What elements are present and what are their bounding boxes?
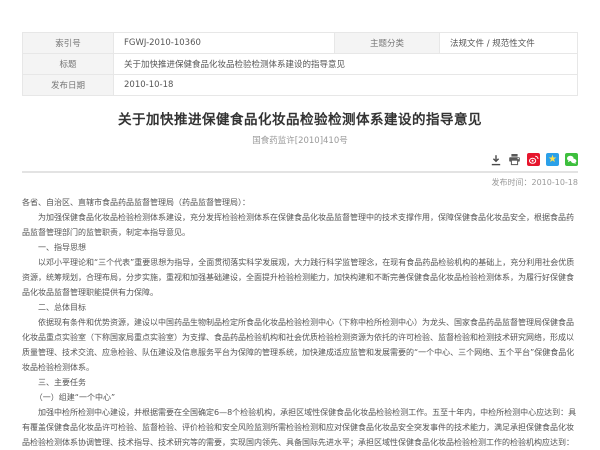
share-wechat-icon[interactable]	[565, 153, 578, 166]
meta-value-title: 关于加快推进保健食品化妆品检验检测体系建设的指导意见	[114, 54, 578, 75]
document-meta-table: 索引号 FGWJ-2010-10360 主题分类 法规文件 / 规范性文件 标题…	[22, 32, 578, 96]
paragraph: 以邓小平理论和“三个代表”重要思想为指导，全面贯彻落实科学发展观，大力践行科学监…	[22, 255, 578, 300]
paragraph: 依据现有条件和优势资源，建设以中国药品生物制品检定所食品化妆品检验检测中心（下称…	[22, 315, 578, 375]
meta-label-category: 主题分类	[335, 33, 440, 54]
table-row: 标题 关于加快推进保健食品化妆品检验检测体系建设的指导意见	[23, 54, 578, 75]
article-toolbar: ★	[22, 153, 578, 173]
paragraph: 加强中检所检测中心建设，并根据需要在全国确定6—8个检验机构，承担区域性保健食品…	[22, 405, 578, 450]
meta-label-title: 标题	[23, 54, 114, 75]
document-page: 索引号 FGWJ-2010-10360 主题分类 法规文件 / 规范性文件 标题…	[0, 0, 600, 450]
meta-label-date: 发布日期	[23, 75, 114, 96]
table-row: 索引号 FGWJ-2010-10360 主题分类 法规文件 / 规范性文件	[23, 33, 578, 54]
table-row: 发布日期 2010-10-18	[23, 75, 578, 96]
share-weibo-icon[interactable]	[527, 153, 540, 166]
subsection-heading: （一）组建“一个中心”	[22, 390, 578, 405]
article-body: 各省、自治区、直辖市食品药品监督管理局（药品监督管理局）： 为加强保健食品化妆品…	[22, 195, 578, 450]
meta-value-date: 2010-10-18	[114, 75, 578, 96]
share-qzone-icon[interactable]: ★	[546, 153, 559, 166]
paragraph: 为加强保健食品化妆品检验检测体系建设，充分发挥检验检测体系在保健食品化妆品监督管…	[22, 210, 578, 240]
qzone-star-glyph: ★	[548, 155, 557, 165]
section-heading-3: 三、主要任务	[22, 375, 578, 390]
print-icon[interactable]	[508, 153, 521, 166]
publish-time: 发布时间：2010-10-18	[22, 177, 578, 188]
page-title: 关于加快推进保健食品化妆品检验检测体系建设的指导意见	[22, 108, 578, 128]
download-icon[interactable]	[489, 153, 502, 166]
meta-value-category: 法规文件 / 规范性文件	[440, 33, 578, 54]
section-heading-1: 一、指导思想	[22, 240, 578, 255]
section-heading-2: 二、总体目标	[22, 300, 578, 315]
salutation-line: 各省、自治区、直辖市食品药品监督管理局（药品监督管理局）：	[22, 195, 578, 210]
meta-label-index: 索引号	[23, 33, 114, 54]
document-number: 国食药监许[2010]410号	[22, 134, 578, 146]
meta-value-index: FGWJ-2010-10360	[114, 33, 335, 54]
